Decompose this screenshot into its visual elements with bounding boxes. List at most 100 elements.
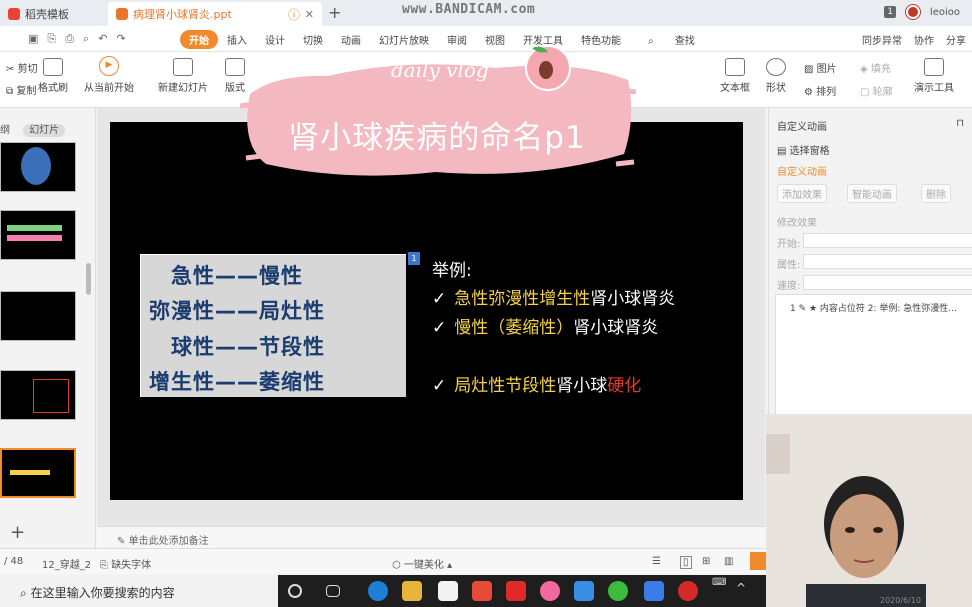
tab-outline[interactable]: 纲	[0, 125, 10, 136]
warning-icon[interactable]: ⓘ	[288, 6, 300, 23]
user-name[interactable]: leoioo	[930, 7, 960, 18]
animation-list[interactable]: 1 ✎ ★ 内容占位符 2: 举例: 急性弥漫性...	[775, 294, 972, 424]
start-select[interactable]	[803, 233, 972, 248]
example-part: 急性弥漫性增生性	[454, 289, 591, 309]
outline-button[interactable]: ▢ 轮廓	[860, 83, 893, 98]
beautify-button[interactable]: ⬡ 一键美化 ▴	[392, 556, 452, 571]
pinduoduo-icon[interactable]	[506, 581, 526, 601]
term-pair: 增生性——萎缩性	[149, 370, 325, 394]
banner-title: 肾小球疾病的命名p1	[288, 120, 586, 156]
picture-icon: ▨	[804, 64, 814, 75]
term-pair: 球性——节段性	[171, 335, 325, 359]
slide-sorter-icon[interactable]: ⊞	[702, 556, 710, 567]
thumbnail-scrollbar[interactable]	[86, 263, 91, 295]
tab-ppt-file[interactable]: 病理肾小球肾炎.ppt ⓘ ✕	[108, 2, 322, 26]
share-button[interactable]: 分享	[946, 32, 966, 47]
animation-list-item[interactable]: 1 ✎ ★ 内容占位符 2: 举例: 急性弥漫性...	[790, 301, 957, 314]
pane-title[interactable]: 自定义动画	[777, 118, 827, 133]
term-pair: 弥漫性——局灶性	[149, 299, 325, 323]
chevron-up-icon[interactable]: ^	[736, 581, 756, 601]
textbox-icon	[725, 58, 745, 76]
pane-pin-icon[interactable]: ⊓	[956, 118, 964, 129]
search-label: 查找	[674, 36, 695, 47]
search-icon: ⌕	[648, 36, 654, 47]
scissors-icon: ✂	[6, 64, 15, 75]
app-icon[interactable]	[472, 581, 492, 601]
add-slide-button[interactable]: +	[10, 522, 25, 543]
property-select[interactable]	[803, 254, 972, 269]
copy-button[interactable]: ⧉ 复制	[6, 82, 36, 97]
delete-animation-button[interactable]: 删除	[921, 184, 951, 203]
slide-thumbnail-selected[interactable]	[0, 448, 76, 498]
quick-access: ▣ ⎘ ⎙ ⌕ ↶ ↷	[28, 32, 126, 46]
notes-area[interactable]: ✎ 单击此处添加备注	[97, 526, 765, 548]
smart-animation-button[interactable]: 智能动画	[847, 184, 897, 203]
new-tab-button[interactable]: +	[328, 3, 341, 22]
edge-icon[interactable]	[368, 581, 388, 601]
slide-thumbnails-panel: 纲 幻灯片 1. 1. 1. 1. +	[0, 108, 96, 548]
play-icon: ▶	[99, 56, 119, 76]
redo-icon[interactable]: ↷	[116, 32, 125, 46]
ppt-file-icon	[116, 8, 128, 20]
fill-button[interactable]: ◈ 填充	[860, 60, 891, 75]
term-pair: 急性——慢性	[171, 264, 303, 288]
animation-marker[interactable]: 1	[408, 252, 420, 265]
cut-button[interactable]: ✂ 剪切	[6, 60, 38, 75]
keyboard-icon[interactable]: ⌨	[712, 577, 726, 589]
window-count-badge[interactable]: 1	[884, 6, 896, 18]
taskbar-search[interactable]: ⌕ 在这里输入你要搜索的内容	[0, 575, 278, 607]
custom-animation-link[interactable]: 自定义动画	[777, 163, 827, 178]
thumb-bar	[7, 225, 62, 231]
close-tab-icon[interactable]: ✕	[305, 8, 314, 21]
cut-label: 剪切	[17, 64, 38, 75]
normal-view-icon[interactable]: ▯	[680, 556, 692, 569]
menu-right: 同步异常 协作 分享	[862, 32, 966, 47]
terms-box[interactable]: 急性——慢性 弥漫性——局灶性 球性——节段性 增生性——萎缩性	[140, 254, 406, 397]
cortana-icon[interactable]	[288, 584, 302, 598]
bandicam-icon[interactable]	[678, 581, 698, 601]
task-view-icon[interactable]	[326, 585, 340, 597]
format-painter-button[interactable]: 格式刷	[38, 58, 68, 94]
wps-icon[interactable]	[644, 581, 664, 601]
missing-font-button[interactable]: ⎘ 缺失字体	[100, 556, 151, 571]
file-explorer-icon[interactable]	[402, 581, 422, 601]
slide-thumbnail[interactable]	[0, 291, 76, 341]
clock-date: 2020/6/10	[880, 596, 922, 605]
slide-thumbnail[interactable]	[0, 370, 76, 420]
windows-taskbar: ⌕ 在这里输入你要搜索的内容 ⌨ ^	[0, 575, 766, 607]
arrange-button[interactable]: ⚙ 排列	[804, 83, 836, 98]
slide-thumbnail[interactable]	[0, 142, 76, 192]
shape-button[interactable]: 形状	[766, 58, 786, 94]
save-icon[interactable]: ▣	[28, 32, 38, 46]
preview-icon[interactable]: ⌕	[83, 32, 89, 46]
print-icon[interactable]: ⎙	[65, 32, 74, 46]
tab-bar: 稻壳模板 病理肾小球肾炎.ppt ⓘ ✕ + www.BANDICAM.com …	[0, 0, 972, 26]
slideshow-play-button[interactable]	[750, 552, 766, 570]
present-tools-button[interactable]: 演示工具	[914, 58, 954, 94]
new-slide-button[interactable]: 新建幻灯片	[158, 58, 208, 94]
select-pane-link[interactable]: ▤ 选择窗格	[777, 142, 830, 157]
notes-view-icon[interactable]: ☰	[652, 556, 661, 567]
store-icon[interactable]	[438, 581, 458, 601]
textbox-button[interactable]: 文本框	[720, 58, 750, 94]
slide-thumbnail[interactable]	[0, 210, 76, 260]
tab-docer[interactable]: 稻壳模板	[0, 2, 106, 26]
sync-status[interactable]: 同步异常	[862, 32, 902, 47]
tab-slides[interactable]: 幻灯片	[23, 124, 66, 137]
play-from-current-button[interactable]: ▶ 从当前开始	[84, 56, 134, 94]
app-icon[interactable]	[574, 581, 594, 601]
avatar[interactable]	[905, 5, 920, 19]
app-icon[interactable]	[540, 581, 560, 601]
picture-button[interactable]: ▨ 图片	[804, 60, 837, 75]
new-slide-icon	[173, 58, 193, 76]
export-icon[interactable]: ⎘	[47, 32, 56, 46]
wechat-icon[interactable]	[608, 581, 628, 601]
collaborate-button[interactable]: 协作	[914, 32, 934, 47]
speed-select[interactable]	[803, 275, 972, 290]
menu-search[interactable]: ⌕ 查找	[630, 30, 713, 49]
add-effect-button[interactable]: 添加效果	[777, 184, 827, 203]
reading-view-icon[interactable]: ▥	[724, 556, 733, 567]
page-count: / 48	[4, 556, 24, 567]
undo-icon[interactable]: ↶	[98, 32, 107, 46]
menu-home[interactable]: 开始	[180, 30, 218, 49]
